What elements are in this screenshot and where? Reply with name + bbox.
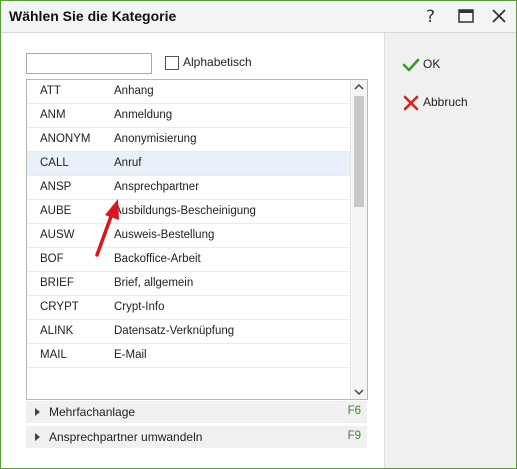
category-code: ALINK: [40, 325, 74, 337]
title-bar: Wählen Sie die Kategorie ?: [1, 1, 516, 33]
category-name: Ansprechpartner: [114, 181, 200, 193]
question-mark-icon: ?: [426, 7, 435, 25]
category-name: Anmeldung: [114, 109, 173, 121]
shortcut-key: F6: [347, 405, 361, 417]
maximize-icon: [458, 9, 474, 23]
category-name: Ausbildungs-Bescheinigung: [114, 205, 256, 217]
checkmark-icon: [402, 58, 420, 72]
list-scrollbar[interactable]: [350, 80, 367, 399]
scrollbar-thumb[interactable]: [354, 96, 364, 207]
category-name: E-Mail: [114, 349, 147, 361]
expand-arrow-icon: [35, 433, 40, 441]
close-icon: [492, 9, 506, 23]
category-code: BRIEF: [40, 277, 74, 289]
category-code: ANONYM: [40, 133, 91, 145]
close-button[interactable]: [486, 4, 512, 28]
action-panel: OK Abbruch: [385, 33, 516, 468]
category-code: AUSW: [40, 229, 75, 241]
category-name: Crypt-Info: [114, 301, 165, 313]
category-name: Brief, allgemein: [114, 277, 194, 289]
alphabetical-checkbox[interactable]: [165, 56, 179, 70]
scroll-up-icon[interactable]: [354, 83, 364, 91]
help-button[interactable]: ?: [418, 4, 444, 28]
expander-label: Mehrfachanlage: [49, 405, 136, 419]
cancel-button[interactable]: Abbruch: [402, 93, 502, 113]
expand-arrow-icon: [35, 408, 40, 416]
category-name: Anhang: [114, 85, 154, 97]
category-name: Anruf: [114, 157, 142, 169]
main-panel: Alphabetisch MAIL E-Mail ALINK Datensatz-Ve…: [1, 33, 385, 468]
category-name: Datensatz-Verknüpfung: [114, 325, 235, 337]
category-code: MAIL: [40, 349, 67, 361]
category-dialog: Wählen Sie die Kategorie ? Alphabetisch …: [0, 0, 517, 469]
ok-button[interactable]: OK: [402, 55, 502, 75]
cancel-label: Abbruch: [423, 95, 468, 109]
list-item[interactable]: CALL Anruf: [27, 152, 350, 176]
list-item[interactable]: ANM Anmeldung: [27, 104, 350, 128]
category-code: ANM: [40, 109, 66, 121]
search-input[interactable]: [26, 53, 152, 74]
category-name: Anonymisierung: [114, 133, 197, 145]
category-code: AUBE: [40, 205, 72, 217]
list-item[interactable]: ATT Anhang: [27, 80, 350, 104]
list-item[interactable]: CRYPT Crypt-Info: [27, 296, 350, 320]
alphabetical-label: Alphabetisch: [183, 55, 252, 69]
category-code: ATT: [40, 85, 61, 97]
expander-ansprechpartner-umwandeln[interactable]: Ansprechpartner umwandeln F9: [26, 426, 367, 448]
shortcut-key: F9: [347, 430, 361, 442]
list-item[interactable]: ANONYM Anonymisierung: [27, 128, 350, 152]
category-code: BOF: [40, 253, 64, 265]
expander-label: Ansprechpartner umwandeln: [49, 430, 203, 444]
svg-text:?: ?: [426, 7, 435, 25]
category-code: CRYPT: [40, 301, 79, 313]
list-item[interactable]: ALINK Datensatz-Verknüpfung: [27, 320, 350, 344]
expander-mehrfachanlage[interactable]: Mehrfachanlage F6: [26, 401, 367, 423]
scroll-down-icon[interactable]: [354, 388, 364, 396]
dialog-title: Wählen Sie die Kategorie: [9, 8, 177, 24]
list-item[interactable]: BRIEF Brief, allgemein: [27, 272, 350, 296]
category-name: Ausweis-Bestellung: [114, 229, 215, 241]
category-list[interactable]: MAIL E-Mail ALINK Datensatz-Verknüpfung CRYP…: [26, 79, 368, 400]
category-code: ANSP: [40, 181, 72, 193]
category-code: CALL: [40, 157, 69, 169]
ok-label: OK: [423, 57, 441, 71]
list-item[interactable]: AUBE Ausbildungs-Bescheinigung: [27, 200, 350, 224]
list-item[interactable]: ANSP Ansprechpartner: [27, 176, 350, 200]
category-name: Backoffice-Arbeit: [114, 253, 201, 265]
list-item[interactable]: MAIL E-Mail: [27, 344, 350, 368]
list-item[interactable]: BOF Backoffice-Arbeit: [27, 248, 350, 272]
red-x-icon: [403, 95, 419, 111]
maximize-button[interactable]: [453, 4, 479, 28]
list-item[interactable]: AUSW Ausweis-Bestellung: [27, 224, 350, 248]
